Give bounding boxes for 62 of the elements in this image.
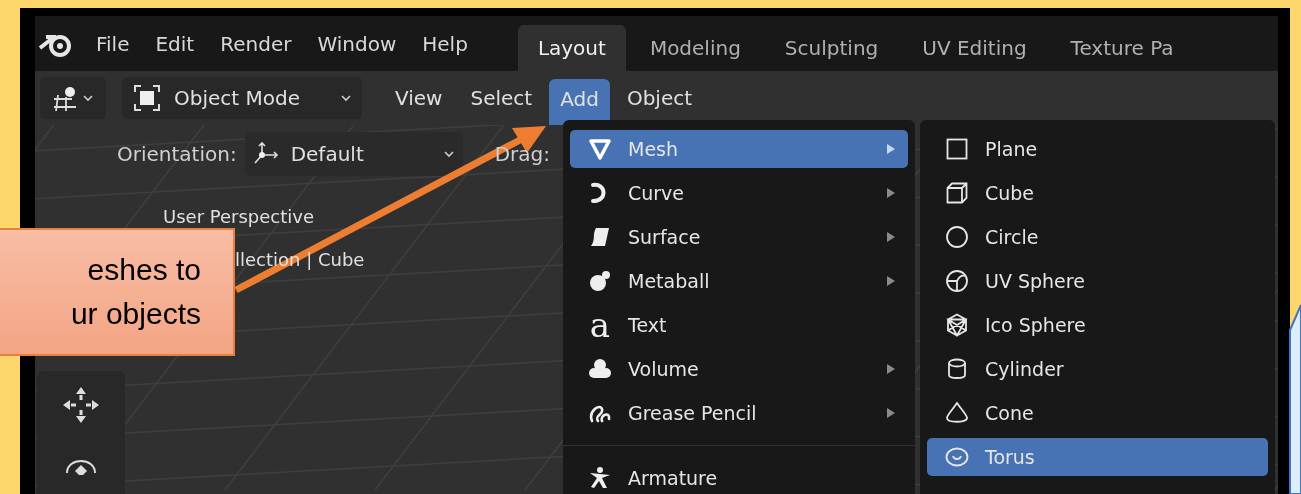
- menu-button[interactable]: File: [96, 28, 130, 59]
- menu-item[interactable]: Plane: [927, 130, 1268, 168]
- cloud-icon: [588, 357, 612, 381]
- submenu-arrow-icon: [886, 231, 896, 243]
- cube-icon: [945, 181, 969, 205]
- circle-icon: [945, 225, 969, 249]
- menu-item[interactable]: Surface: [570, 218, 908, 256]
- menu-item[interactable]: Torus: [927, 438, 1268, 476]
- menu-button[interactable]: View: [384, 83, 454, 113]
- menu-item[interactable]: Metaball: [570, 262, 908, 300]
- menu-item[interactable]: Curve: [570, 174, 908, 212]
- menu-item[interactable]: Cone: [927, 394, 1268, 432]
- workspace-tab[interactable]: Sculpting: [764, 25, 899, 71]
- submenu-arrow-icon: [886, 407, 896, 419]
- square-icon: [945, 137, 969, 161]
- stick-figure-icon: [588, 466, 612, 490]
- callout-text: eshes to: [87, 252, 201, 288]
- callout-text: ur objects: [70, 296, 201, 332]
- submenu-arrow-icon: [886, 187, 896, 199]
- chevron-down-icon: [442, 148, 455, 160]
- move-icon: [61, 385, 101, 425]
- surface-icon: [588, 225, 612, 249]
- workspace-tab[interactable]: UV Editing: [902, 25, 1047, 71]
- viewport-info-text: User Perspective: [163, 205, 314, 229]
- workspace-tab[interactable]: Layout: [517, 25, 626, 71]
- menu-button[interactable]: Select: [459, 83, 544, 113]
- menu-button[interactable]: Edit: [155, 28, 195, 59]
- menu-button[interactable]: Object: [615, 83, 704, 113]
- workspace-tab[interactable]: Modeling: [629, 25, 761, 71]
- menu-item[interactable]: Circle: [927, 218, 1268, 256]
- bracket-square-icon: [132, 83, 162, 113]
- menu-button[interactable]: Render: [220, 28, 292, 59]
- triangle-icon: [588, 137, 612, 161]
- metaball-icon: [588, 269, 612, 293]
- mode-dropdown[interactable]: Object Mode: [122, 77, 362, 119]
- orientation-dropdown[interactable]: Default: [244, 132, 463, 176]
- menu-item[interactable]: Ico Sphere: [927, 306, 1268, 344]
- menu-button[interactable]: Add: [549, 79, 610, 125]
- menu-item[interactable]: a Text: [570, 306, 908, 344]
- menu-button[interactable]: Help: [422, 28, 468, 59]
- cylinder-icon: [945, 357, 969, 381]
- menu-item[interactable]: Cylinder: [927, 350, 1268, 388]
- workspace-tab[interactable]: Texture Pa: [1050, 25, 1194, 71]
- uv-sphere-icon: [945, 269, 969, 293]
- menu-item[interactable]: Grease Pencil: [570, 394, 908, 432]
- cone-icon: [945, 401, 969, 425]
- text-icon: a: [588, 313, 612, 337]
- menu-button[interactable]: Window: [317, 28, 397, 59]
- chevron-down-icon: [340, 92, 352, 104]
- menu-item[interactable]: Mesh: [570, 130, 908, 168]
- orientation-label: Orientation:: [117, 141, 237, 168]
- submenu-arrow-icon: [886, 363, 896, 375]
- drag-label: Drag:: [494, 141, 550, 168]
- submenu-arrow-icon: [886, 143, 896, 155]
- chevron-down-icon: [82, 92, 94, 104]
- menu-item[interactable]: Armature: [570, 459, 908, 494]
- menu-item[interactable]: Volume: [570, 350, 908, 388]
- menu-item[interactable]: UV Sphere: [927, 262, 1268, 300]
- menu-item[interactable]: Cube: [927, 174, 1268, 212]
- editor-type-button[interactable]: [40, 77, 106, 119]
- torus-icon: [945, 445, 969, 469]
- submenu-arrow-icon: [886, 275, 896, 287]
